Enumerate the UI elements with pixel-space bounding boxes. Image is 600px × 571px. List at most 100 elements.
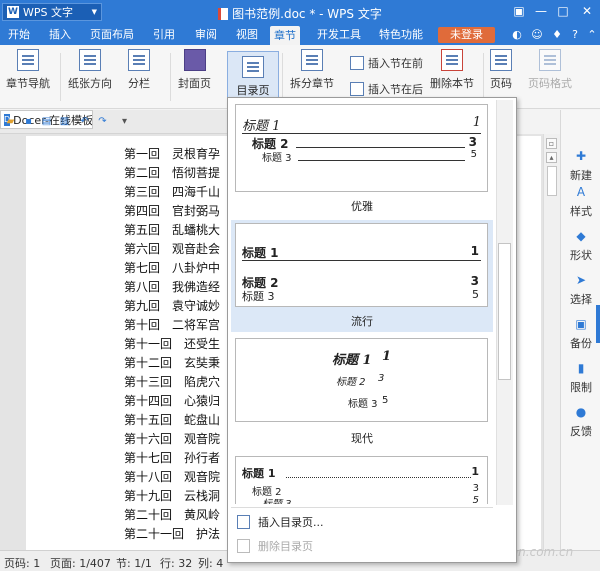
delete-toc-menu-item[interactable]: 删除目录页 [231,534,493,558]
toc-style-elegant[interactable]: 标题 1 1 标题 2 3 标题 3 5 [235,104,488,192]
panel-backup-button[interactable]: ▣ 备份 [561,316,600,351]
document-title: 图书范例.doc * - WPS 文字 [200,5,400,22]
chapter-line[interactable]: 第十五回 蛇盘山 [124,411,220,428]
chapter-line[interactable]: 第八回 我佛造经 [124,278,220,295]
status-pages: 页面: 1/407 [50,557,111,570]
chapter-line[interactable]: 第七回 八卦炉中 [124,259,220,276]
chapter-line[interactable]: 第十六回 观音院 [124,430,220,447]
insert-section-after-button[interactable]: 插入节在后 [350,81,423,97]
delete-section-button[interactable]: 删除本节 [430,49,474,91]
chapter-line[interactable]: 第十九回 云栈洞 [124,487,220,504]
smile-icon[interactable]: ☺ [530,28,544,42]
insert-section-before-button[interactable]: 插入节在前 [350,55,423,71]
tab-insert[interactable]: 插入 [45,27,75,43]
split-chapter-icon [301,49,323,71]
page-format-button[interactable]: 页码格式 [528,49,572,91]
toc-style-classic[interactable]: 标题 1 1 标题 2 3 标题 3 5 [235,456,488,504]
toc-style-modern[interactable]: 标题 1 1 标题 2 3 标题 3 5 [235,338,488,422]
toc-page-button[interactable]: 目录页 [227,51,279,98]
tab-chapter[interactable]: 章节 [270,26,300,45]
login-button[interactable]: 未登录 [438,27,495,43]
dropdown-arrow-icon[interactable]: ▾ [118,115,131,128]
panel-style-button[interactable]: A 样式 [561,184,600,219]
close-button[interactable]: ✕ [578,3,596,19]
tab-developer[interactable]: 开发工具 [313,27,365,43]
chapter-line[interactable]: 第一回 灵根育孕 [124,145,220,162]
chapter-line[interactable]: 第二十一回 护法 [124,525,220,542]
toc-heading1-page: 1 [470,244,479,258]
chapter-line[interactable]: 第四回 官封弼马 [124,202,220,219]
panel-collapse-handle[interactable] [596,305,600,343]
insert-toc-menu-item[interactable]: 插入目录页... [231,510,493,534]
redo-icon[interactable]: ↷ [96,115,109,128]
columns-button[interactable]: 分栏 [128,49,150,91]
chapter-line[interactable]: 第十回 二将军宫 [124,316,220,333]
insert-toc-icon [237,515,250,529]
panel-feedback-button[interactable]: ● 反馈 [561,404,600,439]
toc-dropdown-scroll-thumb[interactable] [498,243,511,380]
status-section: 节: 1/1 [116,557,152,570]
chapter-line[interactable]: 第十四回 心猿归 [124,392,220,409]
chapter-line[interactable]: 第二十回 黄风岭 [124,506,220,523]
insert-toc-label: 插入目录页... [258,516,324,529]
skin-icon[interactable]: ▣ [510,3,528,19]
chapter-line[interactable]: 第三回 四海千山 [124,183,220,200]
right-task-panel: ✚ 新建 A 样式 ◆ 形状 ➤ 选择 ▣ 备份 ▮ 限制 ● 反馈 [560,110,600,550]
toc-rule [242,133,481,134]
chapter-line[interactable]: 第九回 袁守诚妙 [124,297,220,314]
maximize-button[interactable]: □ [554,3,572,19]
shirt-icon[interactable]: ♦ [550,28,564,42]
chapter-line[interactable]: 第十二回 玄奘秉 [124,354,220,371]
toc-style-popular[interactable]: 标题 1 1 标题 2 3 标题 3 5 [235,223,488,307]
undo-icon[interactable]: ↶ [78,115,91,128]
app-menu-button[interactable]: W WPS 文字 ▼ [2,3,102,21]
tab-page-layout[interactable]: 页面布局 [86,27,138,43]
toc-heading3-page: 5 [470,149,477,160]
toc-heading3-page: 5 [472,288,479,301]
orientation-button[interactable]: 纸张方向 [68,49,112,91]
toc-heading1: 标题 1 [332,353,372,368]
chapter-line[interactable]: 第五回 乱蟠桃大 [124,221,220,238]
split-chapter-button[interactable]: 拆分章节 [290,49,334,91]
tab-view[interactable]: 视图 [232,27,262,43]
page-number-label: 页码 [490,77,512,90]
tab-special-features[interactable]: 特色功能 [375,27,427,43]
document-scrollbar[interactable]: ▫ ▴ [543,134,560,550]
chapter-line[interactable]: 第六回 观音赴会 [124,240,220,257]
toc-heading3: 标题 3 [262,495,292,504]
toc-heading1: 标题 1 [242,467,276,480]
status-page: 页码: 1 [4,557,41,570]
collapse-ribbon-icon[interactable]: ⌃ [585,28,599,42]
help-icon[interactable]: ? [568,28,582,42]
delete-section-icon [441,49,463,71]
page-number-button[interactable]: 页码 [490,49,512,91]
scroll-up-icon[interactable]: ▴ [546,152,557,163]
tab-references[interactable]: 引用 [149,27,179,43]
chapter-line[interactable]: 第十八回 观音院 [124,468,220,485]
scrollbar-thumb[interactable] [547,166,557,196]
open-folder-icon[interactable]: ▰ [4,115,17,128]
wps-logo-icon: W [7,6,19,18]
new-icon: ✚ [575,149,587,163]
chapter-line[interactable]: 第十三回 陷虎穴 [124,373,220,390]
minimize-button[interactable]: — [532,3,550,19]
print-preview-icon[interactable]: ▥ [58,115,71,128]
save-icon[interactable]: ▪ [22,115,35,128]
chapter-line[interactable]: 第十七回 孙行者 [124,449,220,466]
panel-shape-button[interactable]: ◆ 形状 [561,228,600,263]
chapter-nav-button[interactable]: 章节导航 [6,49,50,91]
collapse-icon[interactable]: ▫ [546,138,557,149]
chapter-line[interactable]: 第十一回 还受生 [124,335,220,352]
orientation-label: 纸张方向 [68,77,112,90]
panel-select-button[interactable]: ➤ 选择 [561,272,600,307]
chapter-line[interactable]: 第二回 悟彻菩提 [124,164,220,181]
delete-section-label: 删除本节 [430,77,474,90]
feedback-icon: ● [575,405,587,419]
sync-icon[interactable]: ◐ [510,28,524,42]
panel-restrict-button[interactable]: ▮ 限制 [561,360,600,395]
cover-page-button[interactable]: 封面页 [178,49,211,91]
print-icon[interactable]: ▤ [40,115,53,128]
tab-start[interactable]: 开始 [4,27,34,43]
panel-new-button[interactable]: ✚ 新建 [561,148,600,183]
tab-review[interactable]: 审阅 [191,27,221,43]
